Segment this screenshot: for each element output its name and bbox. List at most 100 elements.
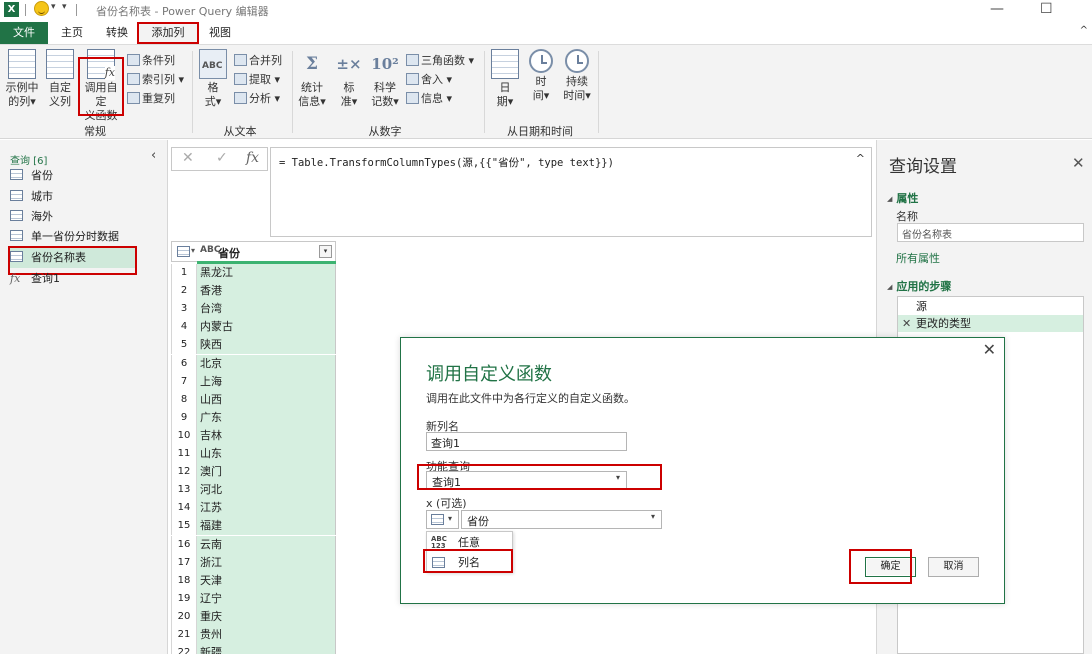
table-row[interactable]: 6 北京 xyxy=(171,354,336,373)
table-row[interactable]: 20 重庆 xyxy=(171,607,336,626)
parameter-column-select[interactable]: 省份 ▾ xyxy=(461,510,662,529)
duration-button[interactable]: 持续 时间▾ xyxy=(560,49,594,103)
close-dialog-icon[interactable]: ✕ xyxy=(983,340,996,359)
table-row[interactable]: 22 新疆 xyxy=(171,644,336,654)
tab-add-column[interactable]: 添加列 xyxy=(137,22,199,44)
statistics-button[interactable]: Σ 统计 信息▾ xyxy=(296,49,328,109)
table-row[interactable]: 21 贵州 xyxy=(171,626,336,644)
all-properties-link[interactable]: 所有属性 xyxy=(896,250,940,266)
maximize-button[interactable]: ☐ xyxy=(1040,1,1053,17)
parameter-type-button[interactable]: ▾ xyxy=(426,510,459,529)
cell-province[interactable]: 云南 xyxy=(197,535,336,554)
table-row[interactable]: 14 江苏 xyxy=(171,499,336,518)
quick-access-menu-icon[interactable]: ▾ xyxy=(62,2,67,12)
date-button[interactable]: 日 期▾ xyxy=(490,49,520,109)
column-header[interactable]: ▾ ABC 省份 ▾ xyxy=(171,241,336,262)
table-row[interactable]: 8 山西 xyxy=(171,390,336,409)
cell-province[interactable]: 新疆 xyxy=(197,644,336,654)
chevron-down-icon[interactable]: ▾ xyxy=(191,246,195,255)
extract-button[interactable]: 提取 ▾ xyxy=(234,71,280,88)
cell-province[interactable]: 广东 xyxy=(197,408,336,427)
table-row[interactable]: 10 吉林 xyxy=(171,426,336,445)
merge-columns-button[interactable]: 合并列 xyxy=(234,52,282,69)
tab-home[interactable]: 主页 xyxy=(54,22,90,44)
time-button[interactable]: 时 间▾ xyxy=(526,49,556,103)
cell-province[interactable]: 江苏 xyxy=(197,499,336,518)
table-row[interactable]: 2 香港 xyxy=(171,282,336,301)
table-row[interactable]: 19 辽宁 xyxy=(171,589,336,608)
chevron-down-icon[interactable]: ▾ xyxy=(51,2,56,12)
delete-step-icon[interactable]: ✕ xyxy=(902,315,911,332)
collapse-pane-icon[interactable]: ‹ xyxy=(151,148,156,163)
confirm-formula-icon[interactable]: ✓ xyxy=(216,150,228,166)
cell-province[interactable]: 内蒙古 xyxy=(197,318,336,337)
custom-column-button[interactable]: 自定 义列 xyxy=(44,49,76,109)
table-row[interactable]: 13 河北 xyxy=(171,481,336,500)
step-source[interactable]: 源 xyxy=(898,298,1083,315)
applied-steps-section[interactable]: 应用的步骤 xyxy=(887,278,951,294)
table-row[interactable]: 16 云南 xyxy=(171,535,336,554)
table-row[interactable]: 11 山东 xyxy=(171,445,336,463)
query-item-function[interactable]: fx 查询1 xyxy=(10,269,60,289)
scientific-button[interactable]: 10² 科学 记数▾ xyxy=(368,49,402,109)
cancel-formula-icon[interactable]: ✕ xyxy=(182,150,194,166)
cell-province[interactable]: 澳门 xyxy=(197,463,336,482)
cell-province[interactable]: 福建 xyxy=(197,517,336,536)
duplicate-column-button[interactable]: 重复列 xyxy=(127,90,175,107)
table-row[interactable]: 4 内蒙古 xyxy=(171,318,336,337)
cell-province[interactable]: 上海 xyxy=(197,372,336,391)
new-column-name-input[interactable]: 查询1 xyxy=(426,432,627,451)
minimize-button[interactable]: — xyxy=(990,1,1004,17)
cell-province[interactable]: 山西 xyxy=(197,390,336,409)
standard-button[interactable]: ±× 标 准▾ xyxy=(334,49,364,109)
query-name-input[interactable]: 省份名称表 xyxy=(897,223,1084,242)
table-menu-icon[interactable] xyxy=(177,246,190,257)
rounding-button[interactable]: 舍入 ▾ xyxy=(406,71,452,88)
query-item-overseas[interactable]: 海外 xyxy=(10,207,53,227)
table-row[interactable]: 5 陕西 xyxy=(171,336,336,355)
table-row[interactable]: 1 黑龙江 xyxy=(171,264,336,282)
cell-province[interactable]: 吉林 xyxy=(197,426,336,445)
collapse-ribbon-icon[interactable]: ^ xyxy=(1080,25,1088,36)
table-row[interactable]: 7 上海 xyxy=(171,372,336,391)
step-changed-type[interactable]: ✕ 更改的类型 xyxy=(898,315,1083,332)
trigonometry-button[interactable]: 三角函数 ▾ xyxy=(406,52,474,69)
table-row[interactable]: 12 澳门 xyxy=(171,463,336,482)
table-row[interactable]: 15 福建 xyxy=(171,517,336,536)
cell-province[interactable]: 山东 xyxy=(197,445,336,463)
table-row[interactable]: 3 台湾 xyxy=(171,300,336,319)
format-button[interactable]: ABC 格 式▾ xyxy=(198,49,228,109)
cell-province[interactable]: 天津 xyxy=(197,571,336,590)
query-item-timeseries[interactable]: 单一省份分时数据 xyxy=(10,227,119,247)
tab-view[interactable]: 视图 xyxy=(202,22,238,44)
properties-section[interactable]: 属性 xyxy=(887,190,918,206)
cell-province[interactable]: 陕西 xyxy=(197,336,336,355)
table-row[interactable]: 9 广东 xyxy=(171,408,336,427)
cell-province[interactable]: 北京 xyxy=(197,354,336,373)
cell-province[interactable]: 台湾 xyxy=(197,300,336,319)
tab-transform[interactable]: 转换 xyxy=(99,22,135,44)
smiley-icon[interactable] xyxy=(34,1,49,16)
cell-province[interactable]: 辽宁 xyxy=(197,589,336,608)
number-info-button[interactable]: 信息 ▾ xyxy=(406,90,452,107)
filter-dropdown-icon[interactable]: ▾ xyxy=(319,245,332,258)
fx-icon[interactable]: fx xyxy=(246,150,259,166)
close-settings-icon[interactable]: ✕ xyxy=(1072,154,1085,172)
expand-formula-icon[interactable]: ^ xyxy=(856,152,865,165)
tab-file[interactable]: 文件 xyxy=(0,22,48,44)
cell-province[interactable]: 香港 xyxy=(197,282,336,301)
formula-input[interactable]: = Table.TransformColumnTypes(源,{{"省份", t… xyxy=(270,147,872,237)
query-item-cities[interactable]: 城市 xyxy=(10,187,53,207)
cell-province[interactable]: 河北 xyxy=(197,481,336,500)
cancel-button[interactable]: 取消 xyxy=(928,557,979,577)
table-row[interactable]: 17 浙江 xyxy=(171,553,336,572)
cell-province[interactable]: 重庆 xyxy=(197,607,336,626)
cell-province[interactable]: 浙江 xyxy=(197,553,336,572)
conditional-column-button[interactable]: 条件列 xyxy=(127,52,175,69)
cell-province[interactable]: 贵州 xyxy=(197,626,336,644)
cell-province[interactable]: 黑龙江 xyxy=(197,264,336,282)
index-column-button[interactable]: 索引列 ▾ xyxy=(127,71,184,88)
table-row[interactable]: 18 天津 xyxy=(171,571,336,590)
parse-button[interactable]: 分析 ▾ xyxy=(234,90,280,107)
example-column-button[interactable]: 示例中 的列▾ xyxy=(4,49,40,109)
